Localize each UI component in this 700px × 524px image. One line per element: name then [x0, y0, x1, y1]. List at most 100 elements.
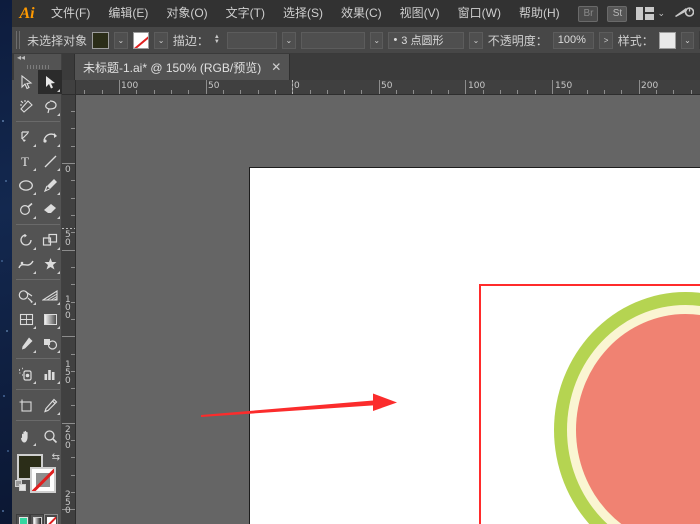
opacity-input[interactable]: 100% [553, 32, 595, 49]
eraser-tool[interactable] [38, 197, 62, 221]
paintbrush-tool[interactable] [38, 173, 62, 197]
stock-icon[interactable]: St [607, 6, 627, 22]
ruler-corner[interactable] [62, 80, 76, 95]
brush-dot-icon: • [393, 34, 397, 46]
fill-dropdown-chevron-down-icon[interactable]: ⌄ [114, 32, 127, 49]
control-bar-grip[interactable] [16, 31, 22, 49]
ruler-tick [188, 90, 189, 94]
document-canvas[interactable] [76, 95, 700, 524]
perspective-grid-tool[interactable] [38, 283, 62, 307]
ruler-label-h: 0 [294, 81, 300, 91]
magic-wand-tool[interactable] [14, 94, 38, 118]
free-transform-tool[interactable] [38, 252, 62, 276]
stroke-swatch[interactable] [30, 467, 56, 493]
vertical-ruler[interactable]: 050100150200250 [62, 95, 76, 524]
brush-definition-chevron-down-icon[interactable]: ⌄ [469, 32, 482, 49]
creative-cloud-icon[interactable] [674, 5, 694, 22]
menu-window[interactable]: 窗口(W) [449, 0, 510, 27]
artboard[interactable] [249, 167, 700, 524]
menu-type[interactable]: 文字(T) [217, 0, 274, 27]
gradient-icon [33, 517, 42, 524]
pen-tool[interactable] [14, 125, 38, 149]
menu-bar: Ai 文件(F) 编辑(E) 对象(O) 文字(T) 选择(S) 效果(C) 视… [12, 0, 700, 27]
gradient-mode-button[interactable] [30, 514, 44, 524]
selection-tool[interactable] [14, 70, 38, 94]
menu-object[interactable]: 对象(O) [157, 0, 216, 27]
stroke-color-swatch[interactable] [133, 32, 150, 49]
desktop-wallpaper [0, 0, 12, 524]
lasso-tool[interactable] [38, 94, 62, 118]
direct-selection-tool[interactable] [38, 70, 62, 94]
hand-tool[interactable] [14, 424, 38, 448]
opacity-flyout-icon[interactable]: > [599, 32, 612, 49]
scale-tool[interactable] [38, 228, 62, 252]
gradient-tool[interactable] [38, 307, 62, 331]
watermelon-ellipse-middle-ring[interactable] [567, 305, 700, 524]
none-mode-button[interactable] [44, 514, 58, 524]
eyedropper-tool[interactable] [14, 331, 38, 355]
rotate-tool[interactable] [14, 228, 38, 252]
ruler-tick [361, 90, 362, 94]
toolbox-separator-3 [16, 279, 60, 280]
menu-edit[interactable]: 编辑(E) [99, 0, 157, 27]
ruler-tick [62, 163, 75, 164]
ruler-tick [379, 80, 380, 94]
ruler-tick [102, 90, 103, 94]
graphic-style-swatch[interactable] [659, 32, 676, 49]
shape-builder-tool[interactable] [14, 283, 38, 307]
ruler-tick [604, 90, 605, 94]
menu-view[interactable]: 视图(V) [391, 0, 449, 27]
menu-file[interactable]: 文件(F) [42, 0, 99, 27]
ruler-label-v: 200 [65, 426, 74, 450]
stroke-dropdown-chevron-down-icon[interactable]: ⌄ [154, 32, 167, 49]
fill-color-swatch[interactable] [92, 32, 109, 49]
workspace-switcher[interactable]: ⌄ [636, 7, 665, 20]
watermelon-ellipse-inner-fill[interactable] [576, 314, 700, 524]
ruler-tick [71, 475, 75, 476]
opacity-label: 不透明度： [488, 32, 548, 49]
brush-definition-input[interactable]: • 3 点圆形 [388, 32, 464, 49]
ruler-tick [310, 90, 311, 94]
column-graph-tool[interactable] [38, 362, 62, 386]
ruler-tick [71, 111, 75, 112]
blend-tool[interactable] [38, 331, 62, 355]
default-fill-stroke-icon[interactable] [15, 480, 26, 491]
curvature-tool[interactable] [38, 125, 62, 149]
document-tab[interactable]: 未标题-1.ai* @ 150% (RGB/预览) ✕ [74, 54, 290, 80]
type-tool[interactable]: T [14, 149, 38, 173]
ruler-tick [465, 80, 466, 94]
zoom-tool[interactable] [38, 424, 62, 448]
menu-select[interactable]: 选择(S) [274, 0, 332, 27]
stroke-weight-chevron-down-icon[interactable]: ⌄ [282, 32, 295, 49]
ellipse-tool[interactable] [14, 173, 38, 197]
width-tool[interactable] [14, 252, 38, 276]
ruler-tick [258, 90, 259, 94]
style-chevron-down-icon[interactable]: ⌄ [681, 32, 694, 49]
toolbox-separator-2 [16, 224, 60, 225]
bridge-icon[interactable]: Br [578, 6, 598, 22]
ruler-tick [413, 90, 414, 94]
symbol-sprayer-tool[interactable] [14, 362, 38, 386]
stroke-profile-chevron-down-icon[interactable]: ⌄ [370, 32, 383, 49]
ruler-tick [327, 90, 328, 94]
slice-tool[interactable] [38, 393, 62, 417]
artboard-tool[interactable] [14, 393, 38, 417]
stroke-weight-input[interactable] [227, 32, 277, 49]
swap-fill-stroke-icon[interactable]: ⇆ [52, 452, 60, 463]
pencil-tool[interactable] [14, 197, 38, 221]
stroke-profile-input[interactable] [301, 32, 365, 49]
document-tab-title: 未标题-1.ai* @ 150% (RGB/预览) [83, 59, 261, 76]
close-icon[interactable]: ✕ [271, 60, 281, 74]
workspace-layout-icon [636, 7, 654, 20]
stroke-weight-stepper[interactable]: ▲▼ [214, 35, 222, 45]
horizontal-ruler[interactable]: 10050050100150200250300 [76, 80, 700, 95]
menu-effect[interactable]: 效果(C) [332, 0, 391, 27]
line-segment-tool[interactable] [38, 149, 62, 173]
mesh-tool[interactable] [14, 307, 38, 331]
color-mode-button[interactable] [16, 514, 30, 524]
ruler-tick [71, 128, 75, 129]
menu-help[interactable]: 帮助(H) [510, 0, 569, 27]
toolbox-grip[interactable] [27, 65, 49, 69]
collapse-panel-icon[interactable]: ◂◂ [17, 54, 25, 62]
ruler-tick [223, 90, 224, 94]
